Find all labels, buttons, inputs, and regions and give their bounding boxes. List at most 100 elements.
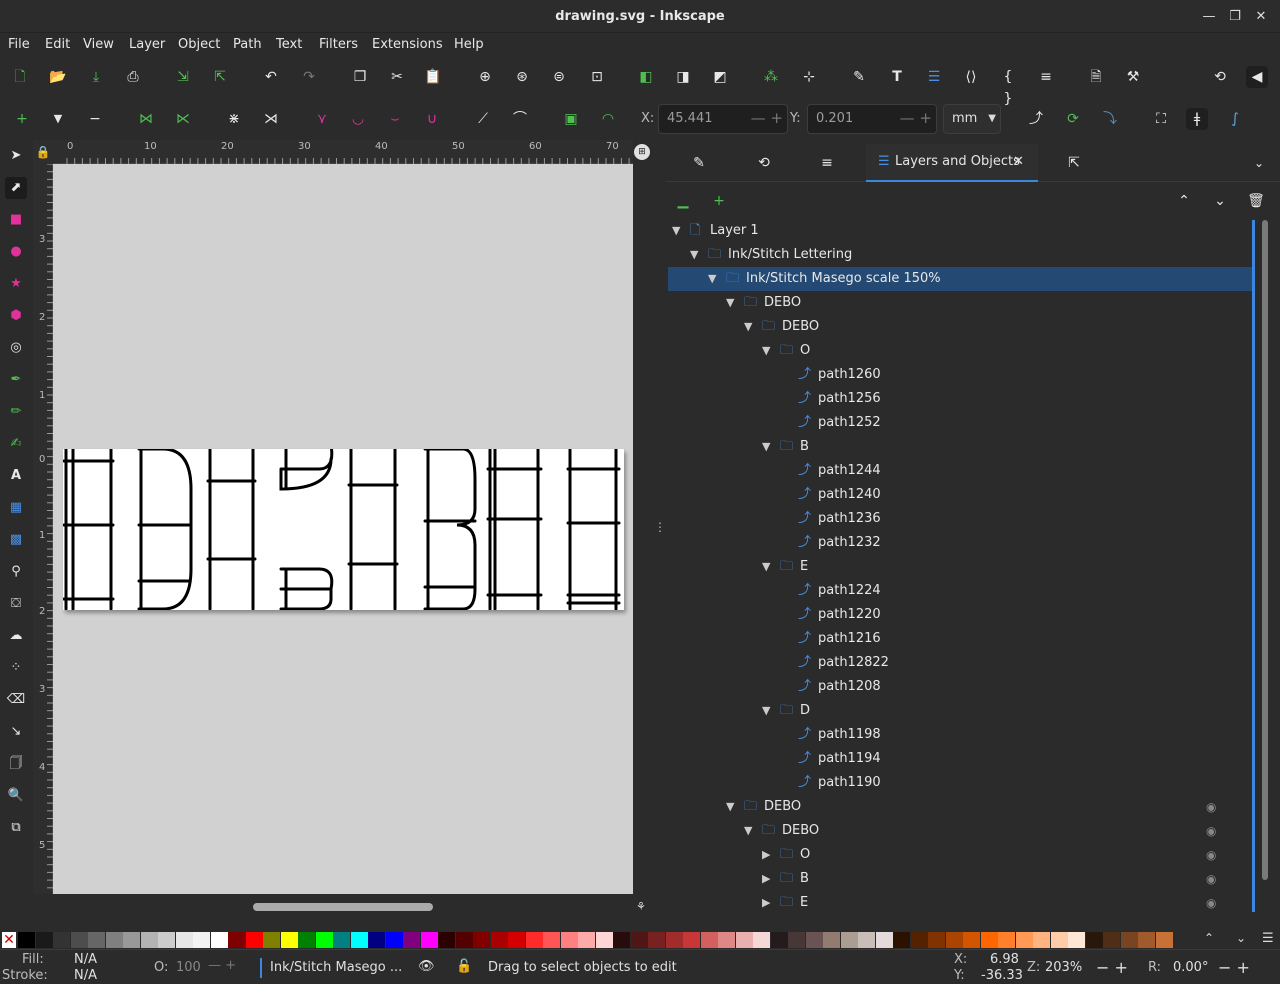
show-mask-icon[interactable]: ⟳ — [1062, 108, 1084, 130]
color-swatch[interactable] — [945, 932, 963, 948]
delete-icon[interactable]: 🗑 — [1245, 190, 1267, 212]
export-tab-icon[interactable]: ⇱ — [1063, 152, 1085, 174]
tree-item-path[interactable]: ⤴ path1220 — [668, 603, 1254, 627]
color-swatch[interactable] — [1050, 932, 1068, 948]
auto-smooth-node-icon[interactable]: ∪ — [421, 108, 443, 130]
new-document-icon[interactable]: 🗋 — [9, 66, 31, 88]
tree-item-group[interactable]: ▼ 🗀 DEBO ◉ — [668, 819, 1254, 843]
color-swatch[interactable] — [35, 932, 53, 948]
palette-scroll-down-icon[interactable]: ⌄ — [1236, 931, 1246, 945]
color-swatch[interactable] — [928, 932, 945, 948]
gradient-tool-icon[interactable]: ▦ — [5, 497, 27, 519]
color-swatch[interactable] — [788, 932, 805, 948]
color-swatch[interactable] — [998, 932, 1015, 948]
x-value[interactable]: 45.441 — [667, 111, 713, 126]
unlink-clone-icon[interactable]: ◨ — [672, 66, 694, 88]
color-swatch[interactable] — [438, 932, 455, 948]
visibility-icon[interactable]: ◉ — [1206, 891, 1216, 915]
lettering-artwork[interactable] — [62, 443, 624, 611]
group-icon[interactable]: ⁂ — [760, 66, 782, 88]
zoom-field[interactable]: 203% — [1045, 960, 1082, 975]
color-swatch[interactable] — [123, 932, 140, 948]
tree-item-path[interactable]: ⤴ path1240 — [668, 483, 1254, 507]
symmetric-node-icon[interactable]: ⌣ — [384, 108, 406, 130]
eraser-tool-icon[interactable]: ⌫ — [5, 689, 27, 711]
tree-item-group[interactable]: ▼ 🗀 O — [668, 339, 1254, 363]
cut-icon[interactable]: ✂ — [386, 66, 408, 88]
color-swatch[interactable] — [508, 932, 525, 948]
color-swatch[interactable] — [1015, 932, 1033, 948]
document-properties-icon[interactable]: 🗎 — [1085, 66, 1107, 88]
current-layer-select[interactable]: Ink/Stitch Masego ... — [270, 960, 402, 975]
visibility-icon[interactable]: ◉ — [1206, 867, 1216, 891]
minimize-icon[interactable]: — — [1200, 8, 1218, 26]
color-swatch[interactable] — [543, 932, 560, 948]
color-swatch[interactable] — [840, 932, 858, 948]
menu-edit[interactable]: Edit — [45, 33, 70, 56]
color-swatch[interactable] — [1033, 932, 1050, 948]
palette-scroll-up-icon[interactable]: ⌃ — [1204, 931, 1214, 945]
connector-tool-icon[interactable]: ↘ — [5, 721, 27, 743]
text-font-icon[interactable]: T — [886, 66, 908, 88]
layer-lock-icon[interactable]: 🔓 — [456, 959, 472, 974]
snap-toggle-icon[interactable]: ⟲ — [1209, 66, 1231, 88]
color-swatch[interactable] — [665, 932, 683, 948]
color-swatch[interactable] — [175, 932, 193, 948]
mesh-tool-icon[interactable]: ▩ — [5, 529, 27, 551]
collapse-triangle-icon[interactable]: ▼ — [726, 291, 738, 315]
zoom-center-icon[interactable]: ⊡ — [586, 66, 608, 88]
clone-icon[interactable]: ◧ — [635, 66, 657, 88]
show-clip-icon[interactable]: ⤴ — [1025, 108, 1047, 130]
y-stepper-icon[interactable]: — + — [900, 109, 932, 127]
tree-item-path[interactable]: ⤴ path1252 — [668, 411, 1254, 435]
canvas-horizontal-scrollbar[interactable] — [253, 903, 433, 911]
visibility-icon[interactable]: ◉ — [1206, 819, 1216, 843]
color-swatch[interactable] — [1138, 932, 1155, 948]
maximize-icon[interactable]: ❐ — [1226, 8, 1244, 26]
tree-item-group[interactable]: ▶ 🗀 E ◉ — [668, 891, 1254, 915]
collapse-triangle-icon[interactable]: ▼ — [690, 243, 702, 267]
rotate-field[interactable]: 0.00° — [1173, 960, 1208, 975]
tree-item-group[interactable]: ▼ 🗀 D — [668, 699, 1254, 723]
tree-item-path[interactable]: ⤴ path1224 — [668, 579, 1254, 603]
palette-menu-icon[interactable]: ☰ — [1262, 931, 1274, 946]
tree-item-path[interactable]: ⤴ path1198 — [668, 723, 1254, 747]
x-field[interactable]: X: 45.441 — + — [641, 104, 788, 134]
color-swatch[interactable] — [875, 932, 893, 948]
menu-layer[interactable]: Layer — [129, 33, 165, 56]
text-tool-icon[interactable]: A — [5, 465, 27, 487]
color-swatch[interactable] — [193, 932, 210, 948]
zoom-tool-icon[interactable]: 🔍 — [5, 785, 27, 807]
color-swatch[interactable] — [473, 932, 490, 948]
color-swatch[interactable] — [333, 932, 350, 948]
page[interactable] — [62, 443, 624, 611]
color-swatch[interactable] — [88, 932, 105, 948]
color-swatch[interactable] — [560, 932, 578, 948]
x-stepper-icon[interactable]: — + — [751, 109, 783, 127]
segment-curve-icon[interactable]: ⌒ — [509, 108, 531, 130]
tree-item-path[interactable]: ⤴ path1208 — [668, 675, 1254, 699]
delete-node-icon[interactable]: − — [84, 108, 106, 130]
expand-triangle-icon[interactable]: ▶ — [762, 867, 774, 891]
opacity-stepper-icon[interactable]: — + — [208, 958, 236, 973]
export-icon[interactable]: ⇱ — [209, 66, 231, 88]
select-original-icon[interactable]: ◩ — [709, 66, 731, 88]
color-swatch[interactable] — [718, 932, 735, 948]
panel-resize-handle-icon[interactable]: ⋮ — [654, 520, 666, 538]
print-icon[interactable]: ⎙ — [122, 66, 144, 88]
tree-item-path[interactable]: ⤴ path1256 — [668, 387, 1254, 411]
collapse-triangle-icon[interactable]: ▼ — [672, 219, 684, 243]
color-swatch[interactable] — [455, 932, 473, 948]
color-swatch[interactable] — [385, 932, 403, 948]
color-swatch[interactable] — [683, 932, 700, 948]
color-swatch[interactable] — [1103, 932, 1120, 948]
collapse-triangle-icon[interactable]: ▼ — [762, 339, 774, 363]
zoom-selection-icon[interactable]: ⊕ — [474, 66, 496, 88]
rectangle-tool-icon[interactable]: ■ — [5, 209, 27, 231]
color-swatch[interactable] — [1068, 932, 1085, 948]
menu-filters[interactable]: Filters — [319, 33, 358, 56]
fill-stroke-icon[interactable]: ✎ — [848, 66, 870, 88]
tree-item-group[interactable]: ▶ 🗀 B ◉ — [668, 867, 1254, 891]
color-swatch[interactable] — [158, 932, 175, 948]
visibility-icon[interactable]: ◉ — [1206, 843, 1216, 867]
